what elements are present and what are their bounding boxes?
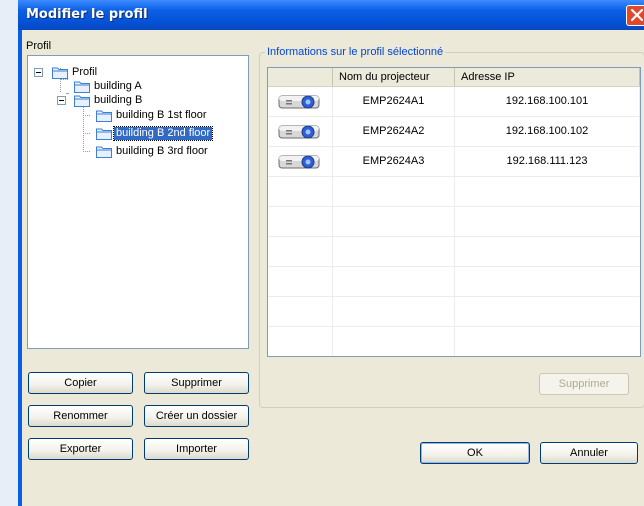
- empty-row: [268, 297, 640, 327]
- tree-node-label: building B 2nd floor: [112, 126, 214, 141]
- projector-list[interactable]: Nom du projecteur Adresse IP EMP2624A1 1…: [267, 67, 641, 357]
- empty-cell: [268, 267, 333, 296]
- table-row[interactable]: EMP2624A2 192.168.100.102: [268, 117, 640, 147]
- projector-icon: [278, 125, 320, 139]
- empty-cell: [268, 207, 333, 236]
- tree-line: [83, 115, 90, 116]
- tree-node-label: building B 3rd floor: [116, 145, 208, 157]
- folder-icon: [96, 128, 112, 140]
- empty-cell: [333, 267, 455, 296]
- column-header-ip-address[interactable]: Adresse IP: [455, 68, 640, 86]
- tree-line: [83, 151, 90, 152]
- ip-address-cell: 192.168.111.123: [455, 147, 640, 176]
- dialog-body: Profil Profil building A building B buil…: [22, 30, 644, 506]
- copy-button[interactable]: Copier: [28, 372, 133, 394]
- table-row[interactable]: EMP2624A1 192.168.100.101: [268, 87, 640, 117]
- empty-row: [268, 267, 640, 297]
- icon-cell: [268, 117, 333, 146]
- icon-cell: [268, 87, 333, 116]
- empty-cell: [268, 297, 333, 326]
- import-button[interactable]: Importer: [144, 438, 249, 460]
- delete-profile-button[interactable]: Supprimer: [144, 372, 249, 394]
- tree-line: [60, 79, 68, 80]
- column-header-icon[interactable]: [268, 68, 333, 86]
- delete-projector-button[interactable]: Supprimer: [539, 373, 629, 395]
- tree-node-label: building A: [94, 80, 142, 92]
- empty-cell: [333, 207, 455, 236]
- ip-address-cell: 192.168.100.102: [455, 117, 640, 146]
- new-folder-button[interactable]: Créer un dossier: [144, 405, 249, 427]
- table-row[interactable]: EMP2624A3 192.168.111.123: [268, 147, 640, 177]
- folder-icon: [52, 67, 68, 79]
- ok-button[interactable]: OK: [420, 442, 530, 464]
- tree-node-label: building B: [94, 94, 143, 106]
- projector-name-cell: EMP2624A3: [333, 147, 455, 176]
- cancel-button[interactable]: Annuler: [540, 442, 638, 464]
- tree-line: [83, 100, 84, 152]
- icon-cell: [268, 147, 333, 176]
- empty-cell: [268, 177, 333, 206]
- folder-icon: [74, 81, 90, 93]
- profile-label: Profil: [26, 40, 52, 52]
- export-button[interactable]: Exporter: [28, 438, 133, 460]
- dialog-window: Modifier le profil Profil Profil buildin…: [18, 0, 644, 506]
- folder-icon: [96, 110, 112, 122]
- collapse-toggle[interactable]: [57, 96, 66, 105]
- ip-address-cell: 192.168.100.101: [455, 87, 640, 116]
- title-bar[interactable]: Modifier le profil: [18, 0, 644, 30]
- list-header: Nom du projecteur Adresse IP: [268, 68, 640, 87]
- empty-row: [268, 237, 640, 267]
- empty-cell: [333, 177, 455, 206]
- tree-line: [83, 133, 90, 134]
- close-icon: [631, 9, 643, 21]
- folder-icon: [96, 146, 112, 158]
- profile-info-label: Informations sur le profil sélectionné: [265, 46, 446, 58]
- profile-tree[interactable]: Profil building A building B building B …: [27, 55, 249, 349]
- empty-row: [268, 207, 640, 237]
- empty-cell: [268, 237, 333, 266]
- rename-button[interactable]: Renommer: [28, 405, 133, 427]
- empty-cell: [268, 327, 333, 356]
- empty-cell: [333, 237, 455, 266]
- column-header-projector-name[interactable]: Nom du projecteur: [333, 68, 455, 86]
- window-title: Modifier le profil: [26, 7, 148, 22]
- empty-row: [268, 177, 640, 207]
- projector-icon: [278, 155, 320, 169]
- collapse-toggle[interactable]: [34, 68, 43, 77]
- tree-node-label: Profil: [72, 66, 98, 78]
- projector-name-cell: EMP2624A2: [333, 117, 455, 146]
- projector-name-cell: EMP2624A1: [333, 87, 455, 116]
- projector-icon: [278, 95, 320, 109]
- tree-node-label: building B 1st floor: [116, 109, 207, 121]
- tree-line: [66, 93, 68, 94]
- folder-icon: [74, 95, 90, 107]
- close-button[interactable]: [626, 5, 644, 26]
- empty-cell: [333, 327, 455, 356]
- empty-cell: [333, 297, 455, 326]
- empty-row: [268, 327, 640, 356]
